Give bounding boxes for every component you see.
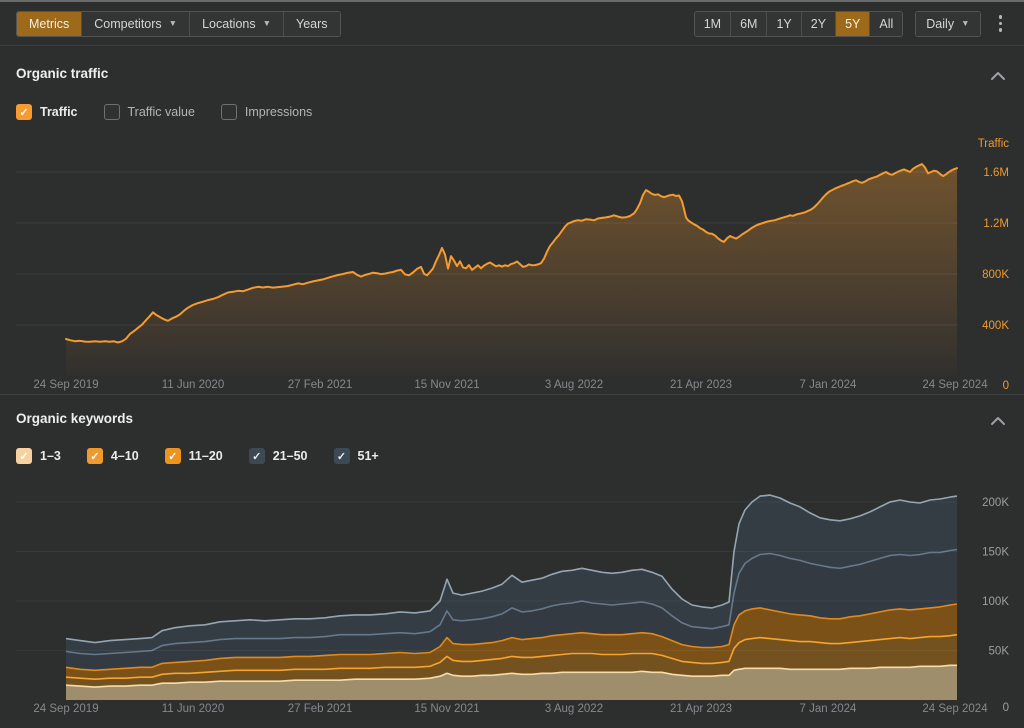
date-range-group: 1M 6M 1Y 2Y 5Y All	[694, 11, 904, 37]
x-tick-label: 15 Nov 2021	[414, 379, 479, 391]
keywords-4-10-checkbox[interactable]: ✓	[87, 448, 103, 464]
keywords-21-50-label: 21–50	[273, 449, 308, 463]
collapse-organic-keywords-chevron-up-icon[interactable]	[990, 413, 1010, 427]
keywords-1-3-label: 1–3	[40, 449, 61, 463]
range-all-button[interactable]: All	[869, 12, 902, 36]
analytics-dashboard: { "colors":{"background":"#2d2e2e","acce…	[0, 0, 1024, 723]
chevron-down-icon: ▼	[169, 19, 177, 28]
x-tick-label: 24 Sep 2024	[922, 379, 988, 391]
impressions-checkbox-label: Impressions	[245, 105, 312, 119]
collapse-organic-traffic-chevron-up-icon[interactable]	[990, 68, 1010, 82]
section-divider	[0, 394, 1024, 395]
more-options-kebab-icon[interactable]	[993, 11, 1009, 36]
range-all-label: All	[879, 17, 893, 31]
legend-item-impressions[interactable]: Impressions	[221, 104, 312, 120]
traffic-checkbox[interactable]: ✓	[16, 104, 32, 120]
legend-item-51plus[interactable]: ✓ 51+	[334, 448, 379, 464]
legend-item-traffic-value[interactable]: Traffic value	[104, 104, 195, 120]
x-tick-label: 7 Jan 2024	[800, 379, 858, 391]
x-tick-label: 27 Feb 2021	[288, 379, 353, 391]
organic-keywords-legend: ✓ 1–3 ✓ 4–10 ✓ 11–20 ✓ 21–50 ✓ 51+	[16, 448, 405, 464]
y-tick-label: 50K	[989, 646, 1010, 658]
tab-years[interactable]: Years	[283, 12, 340, 36]
x-tick-label: 24 Sep 2019	[33, 379, 98, 391]
keywords-51plus-label: 51+	[358, 449, 379, 463]
x-tick-label: 21 Apr 2023	[670, 703, 732, 715]
range-1y-button[interactable]: 1Y	[766, 12, 800, 36]
chevron-down-icon: ▼	[263, 19, 271, 28]
organic-traffic-chart[interactable]: 400K 800K 1.2M 1.6M 0 Traffic 24 Sep 2019 11 Ju…	[0, 132, 1024, 399]
x-tick-label: 11 Jun 2020	[162, 379, 224, 391]
interval-dropdown-label: Daily	[926, 17, 954, 31]
keywords-51plus-checkbox[interactable]: ✓	[334, 448, 350, 464]
x-tick-label: 7 Jan 2024	[800, 703, 858, 715]
x-tick-label: 27 Feb 2021	[288, 703, 353, 715]
tab-competitors-label: Competitors	[94, 17, 161, 31]
traffic-value-checkbox[interactable]	[104, 104, 120, 120]
y-zero-label: 0	[1003, 702, 1009, 714]
y-tick-label: 400K	[982, 320, 1009, 332]
tab-competitors[interactable]: Competitors ▼	[81, 12, 189, 36]
keywords-4-10-label: 4–10	[111, 449, 139, 463]
keywords-1-3-checkbox[interactable]: ✓	[16, 448, 32, 464]
y-zero-label: 0	[1003, 380, 1009, 392]
x-tick-label: 11 Jun 2020	[162, 703, 224, 715]
range-2y-button[interactable]: 2Y	[801, 12, 835, 36]
toolbar-right: 1M 6M 1Y 2Y 5Y All Daily ▼	[694, 11, 1008, 37]
toolbar: Metrics Competitors ▼ Locations ▼ Years 1M…	[0, 2, 1024, 46]
legend-item-traffic[interactable]: ✓ Traffic	[16, 104, 78, 120]
tab-years-label: Years	[296, 17, 328, 31]
x-tick-label: 21 Apr 2023	[670, 379, 732, 391]
legend-item-1-3[interactable]: ✓ 1–3	[16, 448, 61, 464]
impressions-checkbox[interactable]	[221, 104, 237, 120]
legend-item-4-10[interactable]: ✓ 4–10	[87, 448, 139, 464]
traffic-checkbox-label: Traffic	[40, 105, 78, 119]
traffic-value-checkbox-label: Traffic value	[128, 105, 195, 119]
organic-keywords-chart[interactable]: 50K 100K 150K 200K 0 24 Sep 2019 11 Jun 2020 27…	[0, 474, 1024, 728]
y-tick-label: 1.2M	[983, 218, 1009, 230]
tab-locations-label: Locations	[202, 17, 256, 31]
x-tick-label: 24 Sep 2024	[922, 703, 988, 715]
chevron-down-icon: ▼	[961, 19, 969, 28]
range-5y-button[interactable]: 5Y	[835, 12, 869, 36]
keywords-11-20-checkbox[interactable]: ✓	[165, 448, 181, 464]
tab-metrics[interactable]: Metrics	[17, 12, 81, 36]
legend-item-11-20[interactable]: ✓ 11–20	[165, 448, 223, 464]
y-tick-label: 150K	[982, 547, 1009, 559]
legend-item-21-50[interactable]: ✓ 21–50	[249, 448, 308, 464]
x-tick-label: 3 Aug 2022	[545, 703, 603, 715]
range-6m-label: 6M	[740, 17, 757, 31]
keywords-11-20-label: 11–20	[189, 449, 223, 463]
range-6m-button[interactable]: 6M	[730, 12, 766, 36]
organic-traffic-title: Organic traffic	[16, 66, 108, 81]
view-tabs-group: Metrics Competitors ▼ Locations ▼ Years	[16, 11, 341, 37]
range-1y-label: 1Y	[776, 17, 791, 31]
x-tick-label: 24 Sep 2019	[33, 703, 98, 715]
keywords-21-50-checkbox[interactable]: ✓	[249, 448, 265, 464]
range-1m-button[interactable]: 1M	[695, 12, 730, 36]
tab-metrics-label: Metrics	[29, 17, 69, 31]
y-tick-label: 800K	[982, 269, 1009, 281]
range-5y-label: 5Y	[845, 17, 860, 31]
y-axis-title: Traffic	[978, 138, 1010, 150]
tab-locations[interactable]: Locations ▼	[189, 12, 283, 36]
y-tick-label: 100K	[982, 596, 1009, 608]
range-1m-label: 1M	[704, 17, 721, 31]
y-tick-label: 1.6M	[983, 167, 1009, 179]
y-tick-label: 200K	[982, 497, 1009, 509]
range-2y-label: 2Y	[811, 17, 826, 31]
organic-traffic-legend: ✓ Traffic Traffic value Impressions	[16, 104, 338, 120]
organic-keywords-title: Organic keywords	[16, 411, 133, 426]
x-tick-label: 3 Aug 2022	[545, 379, 603, 391]
interval-dropdown[interactable]: Daily ▼	[915, 11, 980, 37]
x-tick-label: 15 Nov 2021	[414, 703, 479, 715]
